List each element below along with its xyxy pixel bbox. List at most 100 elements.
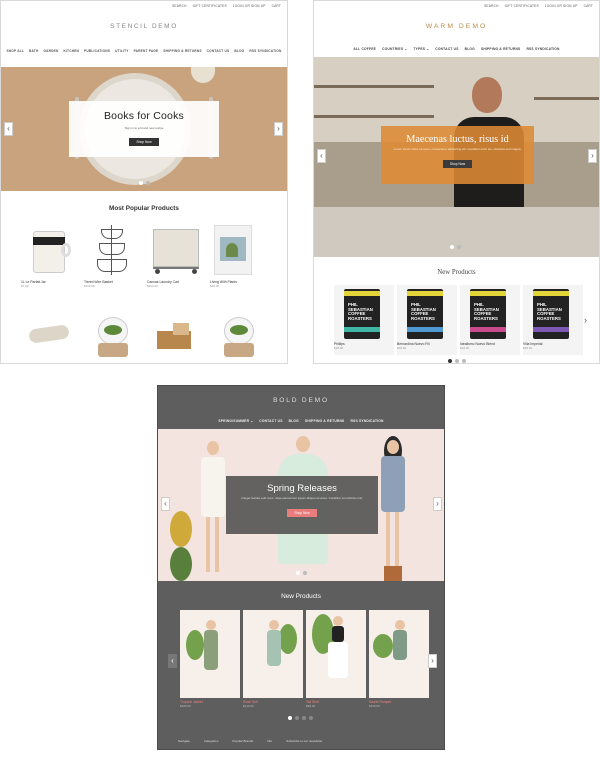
product-image — [21, 223, 81, 278]
nav-item-garden[interactable]: Garden — [43, 49, 58, 53]
nav-item-blog[interactable]: Blog — [289, 419, 299, 423]
product-card[interactable]: Rose Suit $210.00 — [243, 610, 303, 708]
product-image[interactable] — [84, 313, 144, 358]
nav-item-countries[interactable]: Countries ⌄ — [382, 47, 407, 51]
utility-nav: Search Gift Certificates Login or Sign U… — [172, 4, 281, 8]
carousel-dot[interactable] — [448, 359, 452, 363]
product-price: $26.00 — [210, 284, 220, 289]
shop-now-button[interactable]: Shop Now — [442, 159, 473, 168]
nav-item-spring-summer[interactable]: Spring/Summer ⌄ — [218, 419, 253, 423]
store-logo[interactable]: Stencil Demo — [1, 23, 287, 30]
product-image — [306, 610, 366, 698]
login-link[interactable]: Login or Sign Up — [545, 4, 578, 8]
carousel-dot[interactable] — [288, 716, 292, 720]
product-card[interactable]: Tall Skirt $98.00 — [306, 610, 366, 708]
product-carousel: PHIL SEBASTIAN COFFEE ROASTERS Phillips … — [334, 285, 586, 355]
product-carousel-dots — [448, 359, 466, 363]
nav-item-utility[interactable]: Utility — [115, 49, 128, 53]
product-price: $210.00 — [243, 704, 254, 709]
bold-demo-screenshot: Bold Demo Spring/Summer ⌄ Contact Us Blo… — [157, 385, 445, 750]
carousel-dot[interactable] — [450, 245, 454, 249]
search-link[interactable]: Search — [172, 4, 186, 8]
product-image — [84, 223, 144, 278]
main-nav: Shop All Bath Garden Kitchen Publication… — [1, 49, 287, 53]
login-link[interactable]: Login or Sign Up — [233, 4, 266, 8]
carousel-dot[interactable] — [295, 716, 299, 720]
nav-item-rss[interactable]: RSS Syndication — [350, 419, 383, 423]
chevron-right-icon[interactable]: › — [584, 315, 587, 325]
nav-item-rss[interactable]: RSS Syndication — [249, 49, 281, 53]
carousel-next-button[interactable]: › — [588, 149, 597, 163]
nav-item-shipping[interactable]: Shipping & Returns — [163, 49, 201, 53]
bag-label: PHIL SEBASTIAN COFFEE ROASTERS — [537, 302, 562, 321]
carousel-next-button[interactable]: › — [433, 497, 442, 511]
cart-link[interactable]: Cart — [272, 4, 281, 8]
product-prev-button[interactable]: ‹ — [168, 654, 177, 668]
product-card[interactable]: Tropical Jacket $180.00 — [180, 610, 240, 708]
product-image[interactable] — [21, 313, 81, 358]
hero-subtitle: Lorem ipsum dolor sit amet, consectetur … — [393, 147, 522, 151]
carousel-dot[interactable] — [309, 716, 313, 720]
nav-item-contact[interactable]: Contact Us — [259, 419, 282, 423]
nav-item-blog[interactable]: Blog — [234, 49, 244, 53]
gift-certificates-link[interactable]: Gift Certificates — [193, 4, 227, 8]
product-card[interactable]: Sweet Romper $150.00 — [369, 610, 429, 708]
cup-image — [191, 67, 215, 83]
search-link[interactable]: Search — [484, 4, 498, 8]
product-price: $7.00 — [21, 284, 29, 289]
nav-item-kitchen[interactable]: Kitchen — [63, 49, 79, 53]
carousel-dot[interactable] — [457, 245, 461, 249]
nav-item-parent-page[interactable]: Parent Page — [134, 49, 159, 53]
carousel-dot[interactable] — [146, 181, 150, 185]
cart-link[interactable]: Cart — [584, 4, 593, 8]
section-title: New Products — [281, 593, 321, 600]
chevron-right-icon: › — [431, 656, 434, 665]
carousel-prev-button[interactable]: ‹ — [4, 122, 13, 136]
nav-item-publications[interactable]: Publications — [84, 49, 110, 53]
nav-item-bath[interactable]: Bath — [29, 49, 38, 53]
product-image: PHIL SEBASTIAN COFFEE ROASTERS — [334, 285, 394, 340]
gift-certificates-link[interactable]: Gift Certificates — [505, 4, 539, 8]
product-price: $18.00 — [397, 346, 407, 351]
product-next-button[interactable]: › — [428, 654, 437, 668]
store-logo[interactable]: Warm Demo — [314, 23, 599, 30]
carousel-next-button[interactable]: › — [274, 122, 283, 136]
nav-item-contact[interactable]: Contact Us — [435, 47, 458, 51]
product-card[interactable]: PHIL SEBASTIAN COFFEE ROASTERS Phillips … — [334, 285, 394, 355]
nav-item-contact[interactable]: Contact Us — [207, 49, 230, 53]
product-grid: 1L Le Parfait Jar $7.00 Tiered Wire Bask… — [21, 223, 273, 288]
carousel-dot[interactable] — [302, 716, 306, 720]
nav-item-rss[interactable]: RSS Syndication — [526, 47, 559, 51]
carousel-dots — [296, 571, 307, 575]
product-image: PHIL SEBASTIAN COFFEE ROASTERS — [397, 285, 457, 340]
shelf — [314, 115, 434, 118]
product-card[interactable]: Tiered Wire Basket $119.95 — [84, 223, 144, 288]
nav-item-shipping[interactable]: Shipping & Returns — [305, 419, 345, 423]
nav-item-types[interactable]: Types ⌄ — [413, 47, 429, 51]
carousel-prev-button[interactable]: ‹ — [161, 497, 170, 511]
shop-now-button[interactable]: Shop Now — [287, 508, 317, 517]
product-card[interactable]: 1L Le Parfait Jar $7.00 — [21, 223, 81, 288]
product-grid-row-2 — [21, 313, 273, 358]
carousel-dot[interactable] — [139, 181, 143, 185]
product-image[interactable] — [147, 313, 207, 358]
nav-item-shop-all[interactable]: Shop All — [6, 49, 24, 53]
product-image — [243, 610, 303, 698]
product-card[interactable]: PHIL SEBASTIAN COFFEE ROASTERS Bernardin… — [397, 285, 457, 355]
product-card[interactable]: Living With Plants $26.00 — [210, 223, 270, 288]
product-card[interactable]: PHIL SEBASTIAN COFFEE ROASTERS Villa Imp… — [523, 285, 583, 355]
nav-item-shipping[interactable]: Shipping & Returns — [481, 47, 521, 51]
carousel-dot[interactable] — [303, 571, 307, 575]
carousel-dot[interactable] — [455, 359, 459, 363]
carousel-dot[interactable] — [296, 571, 300, 575]
chevron-right-icon: › — [277, 124, 280, 133]
store-logo[interactable]: Bold Demo — [158, 397, 444, 404]
carousel-prev-button[interactable]: ‹ — [317, 149, 326, 163]
carousel-dot[interactable] — [462, 359, 466, 363]
shop-now-button[interactable]: Shop Now — [129, 138, 159, 146]
nav-item-blog[interactable]: Blog — [465, 47, 475, 51]
product-card[interactable]: PHIL SEBASTIAN COFFEE ROASTERS Idealismo… — [460, 285, 520, 355]
product-image[interactable] — [210, 313, 270, 358]
nav-item-all-coffee[interactable]: All Coffee — [353, 47, 376, 51]
product-card[interactable]: Canvas Laundry Cart $200.00 — [147, 223, 207, 288]
